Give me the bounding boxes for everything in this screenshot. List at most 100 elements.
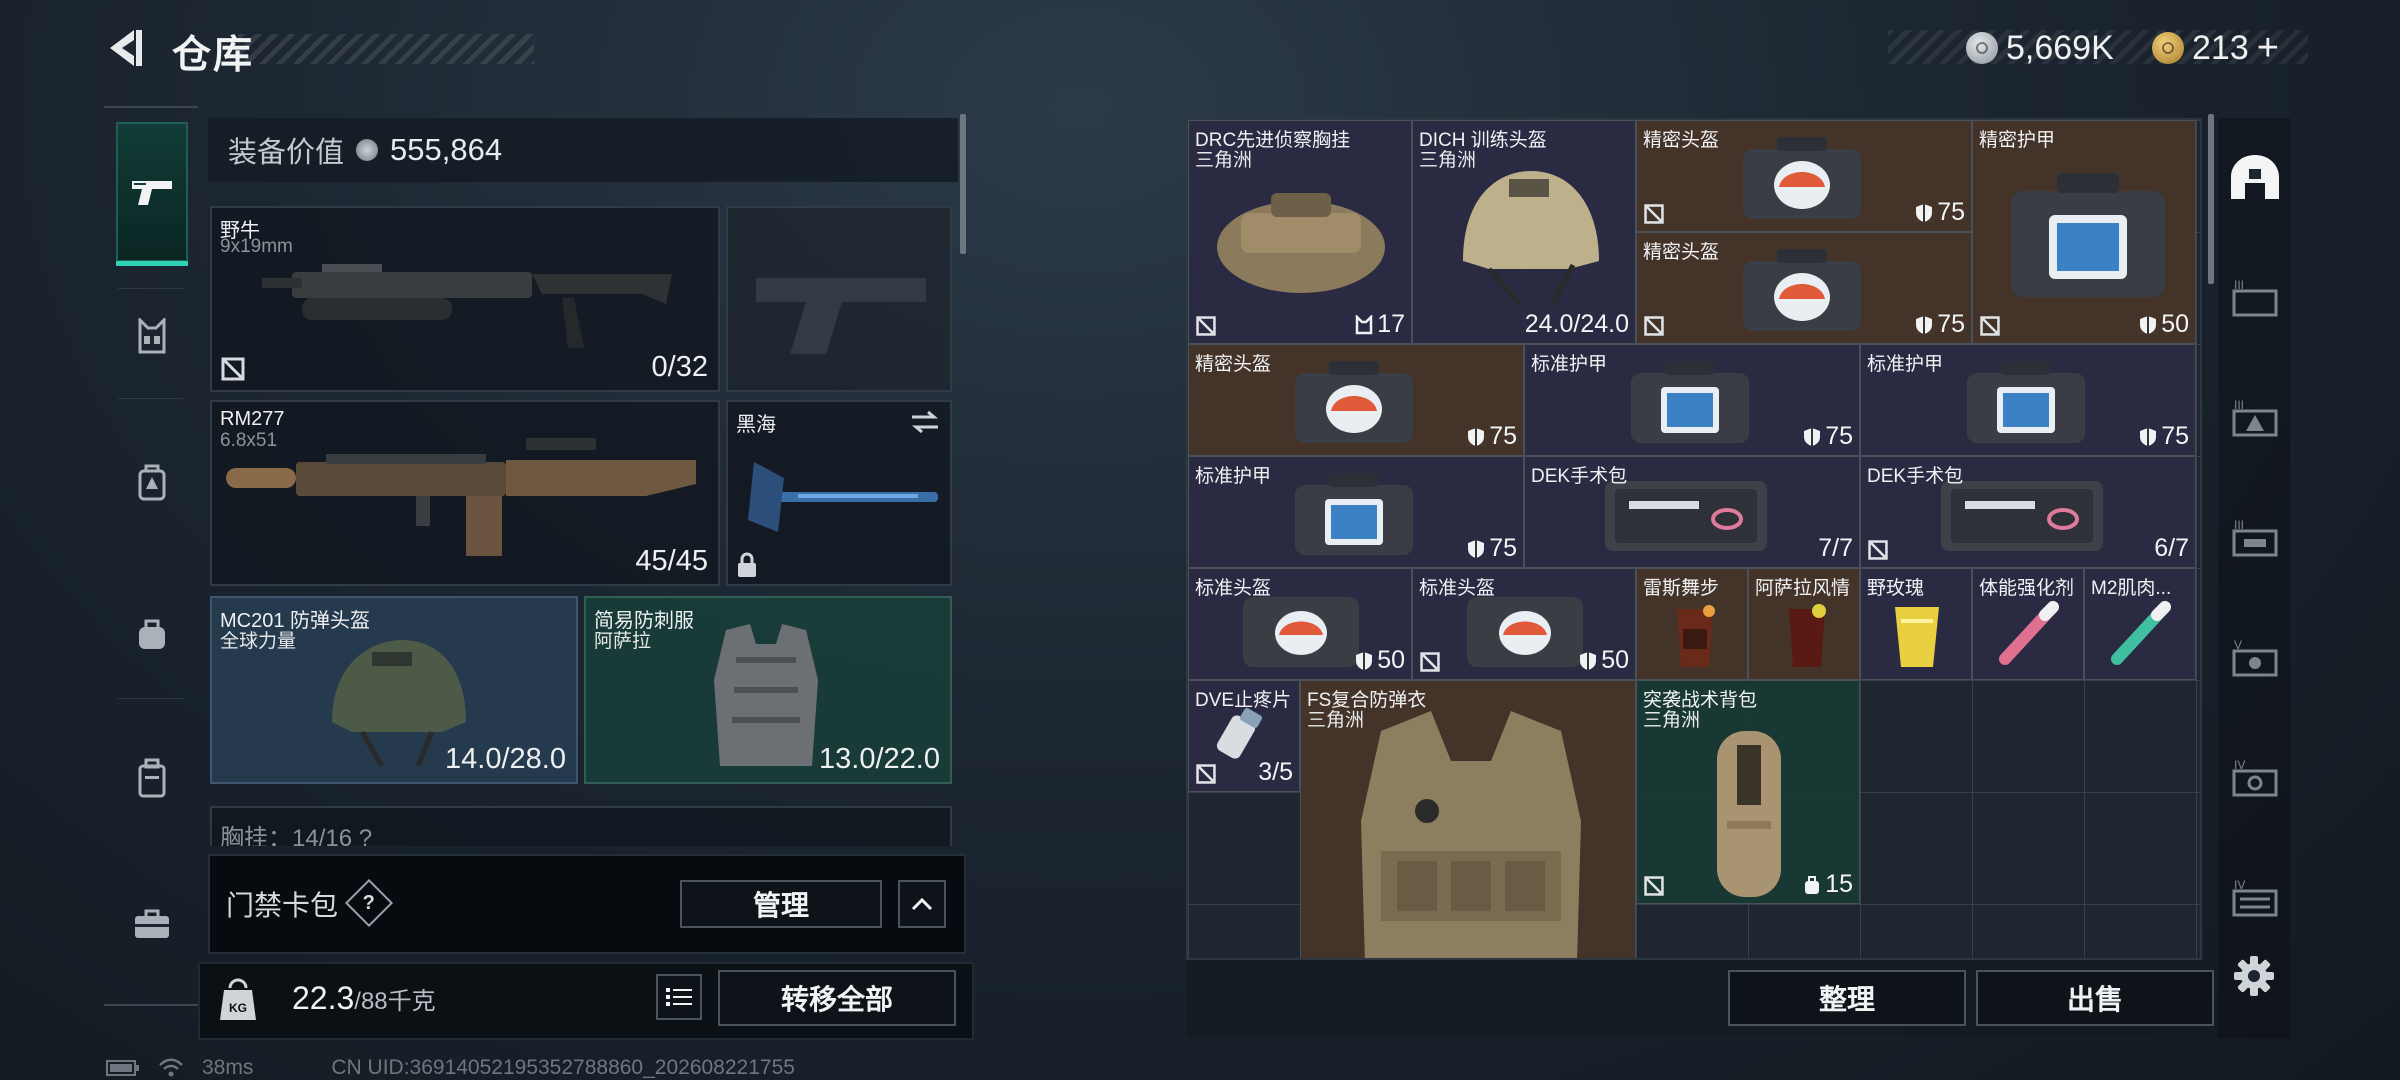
nav-chest-rig[interactable] bbox=[114, 298, 190, 374]
weight-icon-label: KG bbox=[229, 1001, 247, 1015]
access-card-label: 门禁卡包 bbox=[226, 890, 339, 921]
container-tier-iv-icon: IV bbox=[2232, 758, 2278, 797]
loadout-scrollbar[interactable] bbox=[960, 114, 966, 254]
chest-rig-slot-partial[interactable]: 胸挂：14/16 ? bbox=[210, 806, 952, 846]
sealed-case-icon bbox=[2011, 173, 2165, 297]
equipment-value-bar: 装备价值 555,864 bbox=[208, 118, 958, 182]
stash-item[interactable]: 标准护甲 75 bbox=[1524, 344, 1860, 456]
plate-carrier-image bbox=[1361, 711, 1581, 958]
melee-slot[interactable]: 黑海 bbox=[726, 400, 952, 586]
equipment-value-label: 装备价值 bbox=[228, 137, 345, 169]
backpack-icon bbox=[138, 464, 166, 501]
stash-item[interactable]: 突袭战术背包 三角洲 15 bbox=[1636, 680, 1860, 904]
stash-item[interactable]: 标准头盔 50 bbox=[1188, 568, 1412, 680]
stash-tab-iv-b[interactable]: IV bbox=[2226, 868, 2284, 926]
nav-backpack[interactable] bbox=[114, 444, 190, 520]
weight-current: 22.3 bbox=[292, 980, 355, 1016]
stash-item[interactable]: M2肌肉... bbox=[2084, 568, 2196, 680]
gold-add-button[interactable]: + bbox=[2257, 27, 2279, 70]
svg-text:IV: IV bbox=[2234, 878, 2245, 892]
no-insure-icon bbox=[221, 357, 245, 381]
pouch-icon bbox=[139, 619, 165, 649]
smg-image bbox=[262, 264, 672, 348]
equipment-value: 555,864 bbox=[390, 132, 503, 167]
gold-amount: 213 bbox=[2192, 28, 2249, 67]
case-icon bbox=[138, 758, 166, 798]
stash-tab-home[interactable] bbox=[2226, 148, 2284, 206]
rig-capacity-icon bbox=[1355, 314, 1373, 334]
armor-durability: 13.0/22.0 bbox=[819, 743, 940, 775]
no-insure-icon bbox=[1644, 316, 1664, 336]
durability-shield-icon bbox=[1916, 203, 1933, 222]
stash-item[interactable]: 标准护甲 75 bbox=[1860, 344, 2196, 456]
stash-item[interactable]: 野玫瑰 bbox=[1860, 568, 1972, 680]
stash-item[interactable]: 体能强化剂 bbox=[1972, 568, 2084, 680]
sealed-case-icon bbox=[1967, 361, 2085, 443]
sell-button[interactable]: 出售 bbox=[1976, 970, 2214, 1026]
stash-item[interactable]: 雷斯舞步 bbox=[1636, 568, 1748, 680]
stash-item[interactable]: DICH 训练头盔 三角洲 24.0/24.0 bbox=[1412, 120, 1636, 344]
nav-toolbox[interactable] bbox=[114, 886, 190, 962]
stash-item[interactable]: DEK手术包 6/7 bbox=[1860, 456, 2196, 568]
toolbox-icon bbox=[135, 909, 169, 938]
stash-scrollbar[interactable] bbox=[2208, 114, 2214, 284]
gold-coin-icon bbox=[2152, 32, 2184, 64]
sealed-case-icon bbox=[1743, 249, 1861, 331]
secondary-weapon-slot[interactable]: RM277 6.8x51 45/45 bbox=[210, 400, 720, 586]
primary-weapon-slot[interactable]: 野牛 9x19mm 0/32 bbox=[210, 206, 720, 392]
back-arrow-icon bbox=[110, 30, 142, 66]
stash-tab-v[interactable]: V bbox=[2226, 628, 2284, 686]
stash-item[interactable]: 精密护甲 50 bbox=[1972, 120, 2196, 344]
stash-item[interactable]: 标准头盔 50 bbox=[1412, 568, 1636, 680]
transfer-all-button[interactable]: 转移全部 bbox=[718, 970, 956, 1026]
helmet-slot[interactable]: MC201 防弹头盔 全球力量 14.0/28.0 bbox=[210, 596, 578, 784]
axe-image bbox=[748, 462, 938, 532]
silver-currency[interactable]: 5,669K bbox=[1966, 28, 2114, 68]
title-decoration bbox=[238, 34, 534, 64]
drink-image bbox=[1789, 604, 1826, 667]
durability-shield-icon bbox=[1468, 427, 1485, 446]
sealed-case-icon bbox=[1295, 361, 1413, 443]
manage-button[interactable]: 管理 bbox=[680, 880, 882, 928]
container-tier-v-icon: V bbox=[2232, 638, 2278, 677]
no-insure-icon bbox=[1980, 316, 2000, 336]
stash-item[interactable]: DVE止疼片 3/5 bbox=[1188, 680, 1300, 792]
injector-image bbox=[1999, 601, 2059, 665]
stash-tab-iv-a[interactable]: IV bbox=[2226, 748, 2284, 806]
stash-tabs: III III III V IV IV bbox=[2218, 118, 2290, 1038]
silver-coin-icon bbox=[356, 139, 379, 161]
injector-image bbox=[2111, 601, 2171, 665]
stash-grid: DRC先进侦察胸挂 三角洲 17 DICH 训练头盔 三角洲 24.0/24.0… bbox=[1186, 118, 2202, 960]
list-view-button[interactable] bbox=[656, 974, 702, 1020]
durability-shield-icon bbox=[1468, 539, 1485, 558]
stash-item[interactable]: 精密头盔 75 bbox=[1188, 344, 1524, 456]
collapse-button[interactable] bbox=[898, 880, 946, 928]
settings-button[interactable] bbox=[2232, 954, 2276, 998]
nav-pouch[interactable] bbox=[114, 596, 190, 672]
svg-text:III: III bbox=[2234, 518, 2244, 532]
gold-currency[interactable]: 213 + bbox=[2152, 27, 2279, 70]
stash-tab-iii-b[interactable]: III bbox=[2226, 388, 2284, 446]
container-tier-iii-icon: III bbox=[2232, 518, 2278, 557]
armor-maker: 阿萨拉 bbox=[594, 631, 652, 652]
armor-slot[interactable]: 简易防刺服 阿萨拉 13.0/22.0 bbox=[584, 596, 952, 784]
stash-item[interactable]: FS复合防弹衣 三角洲 bbox=[1300, 680, 1636, 958]
nav-weapons[interactable] bbox=[116, 122, 188, 266]
stash-item[interactable]: 精密头盔 75 bbox=[1636, 120, 1972, 232]
swap-icon[interactable] bbox=[910, 410, 940, 434]
user-uid: CN UID:36914052195352788860_202608221755 bbox=[331, 1056, 795, 1079]
sidearm-slot-empty[interactable] bbox=[726, 206, 952, 392]
stash-item[interactable]: 精密头盔 75 bbox=[1636, 232, 1972, 344]
nav-case[interactable] bbox=[114, 740, 190, 816]
stash-item[interactable]: 阿萨拉风情 bbox=[1748, 568, 1860, 680]
stash-item[interactable]: 标准护甲 75 bbox=[1188, 456, 1524, 568]
back-button[interactable] bbox=[104, 26, 148, 70]
stash-tab-iii-a[interactable]: III bbox=[2226, 268, 2284, 326]
stash-item[interactable]: DRC先进侦察胸挂 三角洲 17 bbox=[1188, 120, 1412, 344]
primary-weapon-caliber: 9x19mm bbox=[220, 236, 293, 257]
stash-item[interactable]: DEK手术包 7/7 bbox=[1524, 456, 1860, 568]
stash-tab-iii-c[interactable]: III bbox=[2226, 508, 2284, 566]
durability-shield-icon bbox=[1916, 315, 1933, 334]
weight-readout: 22.3/88千克 bbox=[292, 980, 436, 1017]
sort-button[interactable]: 整理 bbox=[1728, 970, 1966, 1026]
